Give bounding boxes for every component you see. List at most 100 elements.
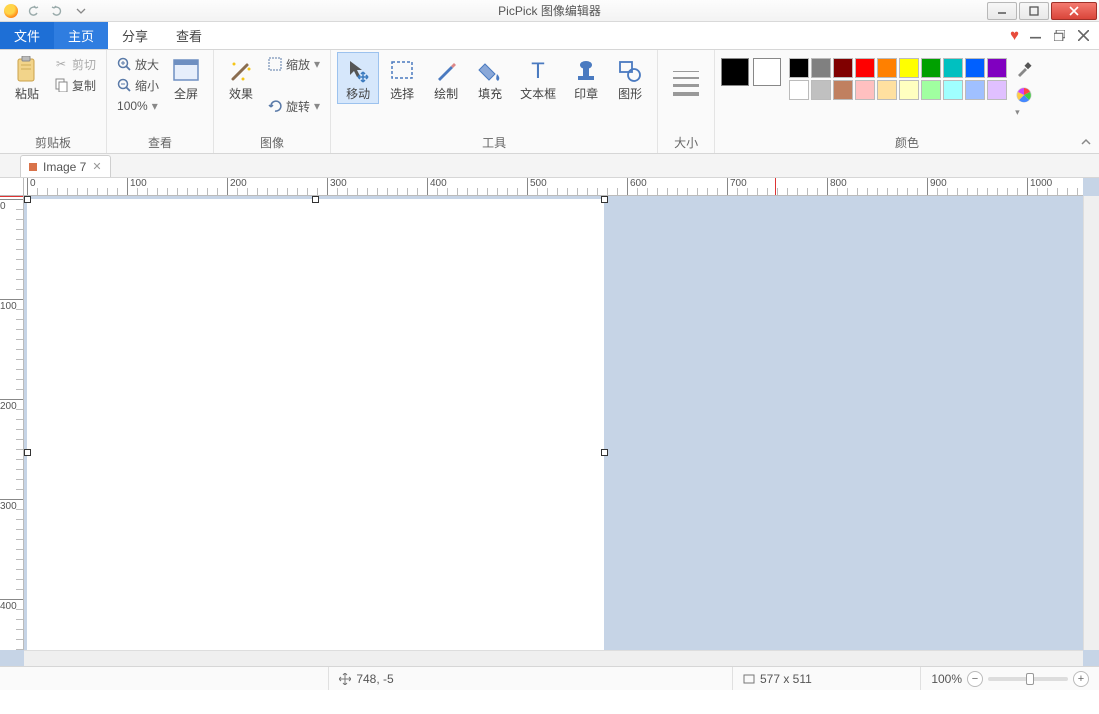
maximize-button[interactable] [1019, 2, 1049, 20]
palette-swatch[interactable] [921, 80, 941, 100]
rotate-button[interactable]: 旋转 ▾ [264, 96, 324, 116]
tab-home[interactable]: 主页 [54, 22, 108, 49]
palette-swatch[interactable] [987, 80, 1007, 100]
effects-button[interactable]: 效果 [220, 52, 262, 104]
title-bar: PicPick 图像编辑器 [0, 0, 1099, 22]
palette-swatch[interactable] [899, 58, 919, 78]
svg-text:T: T [531, 58, 544, 83]
handle-n[interactable] [312, 196, 319, 203]
ruler-vertical[interactable]: 0100200300400 [0, 196, 24, 650]
minimize-button[interactable] [987, 2, 1017, 20]
zoom-slider[interactable] [988, 677, 1068, 681]
zoom-out-icon [117, 78, 131, 92]
zoom-slider-thumb[interactable] [1026, 673, 1034, 685]
palette-swatch[interactable] [833, 58, 853, 78]
draw-icon [432, 57, 460, 85]
undo-button[interactable] [24, 2, 42, 20]
ribbon: 粘贴 ✂剪切 复制 剪贴板 放大 缩小 100% ▾ 全屏 查看 [0, 50, 1099, 154]
palette-swatch[interactable] [855, 80, 875, 100]
canvas-viewport[interactable] [24, 196, 1083, 650]
zoom-in-icon [117, 57, 131, 71]
eyedropper-button[interactable] [1015, 60, 1033, 78]
color-wheel-button[interactable]: ▾ [1015, 86, 1033, 104]
app-restore-button[interactable] [1051, 28, 1067, 44]
move-tool[interactable]: 移动 [337, 52, 379, 104]
resize-button[interactable]: 缩放 ▾ [264, 54, 324, 74]
move-icon [344, 57, 372, 85]
effects-icon [227, 57, 255, 85]
ruler-horizontal[interactable]: 01002003004005006007008009001000 [24, 178, 1083, 196]
resize-icon [268, 57, 282, 71]
palette-swatch[interactable] [811, 80, 831, 100]
qat-dropdown[interactable] [72, 2, 90, 20]
handle-w[interactable] [24, 449, 31, 456]
close-button[interactable] [1051, 2, 1097, 20]
paste-icon [13, 57, 41, 85]
fill-tool[interactable]: 填充 [469, 52, 511, 104]
group-clipboard: 粘贴 ✂剪切 复制 剪贴板 [0, 50, 107, 153]
window-title: PicPick 图像编辑器 [0, 2, 1099, 19]
shape-tool[interactable]: 图形 [609, 52, 651, 104]
select-tool[interactable]: 选择 [381, 52, 423, 104]
tab-share[interactable]: 分享 [108, 22, 162, 49]
copy-icon [54, 78, 68, 92]
cut-button[interactable]: ✂剪切 [50, 54, 100, 74]
tab-file[interactable]: 文件 [0, 22, 54, 49]
heart-icon[interactable]: ♥ [1010, 27, 1019, 44]
paste-button[interactable]: 粘贴 [6, 52, 48, 104]
palette-swatch[interactable] [965, 58, 985, 78]
palette-swatch[interactable] [987, 58, 1007, 78]
scrollbar-horizontal[interactable] [24, 650, 1083, 666]
palette-swatch[interactable] [789, 58, 809, 78]
palette-swatch[interactable] [943, 80, 963, 100]
stamp-tool[interactable]: 印章 [565, 52, 607, 104]
ruler-corner [0, 178, 24, 196]
palette-swatch[interactable] [811, 58, 831, 78]
canvas[interactable] [27, 199, 604, 650]
zoom-in-btn[interactable]: + [1073, 671, 1089, 687]
redo-button[interactable] [48, 2, 66, 20]
dimensions-icon [743, 673, 755, 685]
unsaved-indicator-icon [29, 163, 37, 171]
zoom-out-button[interactable]: 缩小 [113, 75, 163, 95]
palette-swatch[interactable] [899, 80, 919, 100]
primary-color[interactable] [721, 58, 749, 86]
current-colors [721, 58, 781, 86]
palette-swatch[interactable] [877, 58, 897, 78]
secondary-color[interactable] [753, 58, 781, 86]
group-size: 大小 [658, 50, 715, 153]
zoom-out-btn[interactable]: − [967, 671, 983, 687]
color-palette [789, 58, 1007, 100]
fullscreen-icon [172, 57, 200, 85]
scrollbar-vertical[interactable] [1083, 196, 1099, 650]
palette-swatch[interactable] [833, 80, 853, 100]
palette-swatch[interactable] [921, 58, 941, 78]
status-coords: 748, -5 [328, 667, 403, 690]
line-size-button[interactable] [664, 52, 708, 99]
palette-swatch[interactable] [943, 58, 963, 78]
handle-e[interactable] [601, 449, 608, 456]
palette-swatch[interactable] [965, 80, 985, 100]
collapse-ribbon-button[interactable] [1079, 135, 1093, 149]
size-icon [671, 57, 701, 96]
app-close-button[interactable] [1075, 28, 1091, 44]
rotate-icon [268, 99, 282, 113]
tab-view[interactable]: 查看 [162, 22, 216, 49]
fullscreen-button[interactable]: 全屏 [165, 52, 207, 104]
app-minimize-button[interactable] [1027, 28, 1043, 44]
document-tab[interactable]: Image 7 ✕ [20, 155, 111, 177]
handle-nw[interactable] [24, 196, 31, 203]
palette-swatch[interactable] [789, 80, 809, 100]
palette-swatch[interactable] [877, 80, 897, 100]
handle-ne[interactable] [601, 196, 608, 203]
status-bar: 748, -5 577 x 511 100% − + [0, 666, 1099, 690]
zoom-in-button[interactable]: 放大 [113, 54, 163, 74]
palette-swatch[interactable] [855, 58, 875, 78]
zoom-100-button[interactable]: 100% ▾ [113, 96, 163, 116]
text-tool[interactable]: T 文本框 [513, 52, 563, 104]
tab-close-button[interactable]: ✕ [92, 160, 101, 173]
draw-tool[interactable]: 绘制 [425, 52, 467, 104]
copy-button[interactable]: 复制 [50, 75, 100, 95]
status-zoom: 100% − + [920, 667, 1099, 690]
select-icon [388, 57, 416, 85]
